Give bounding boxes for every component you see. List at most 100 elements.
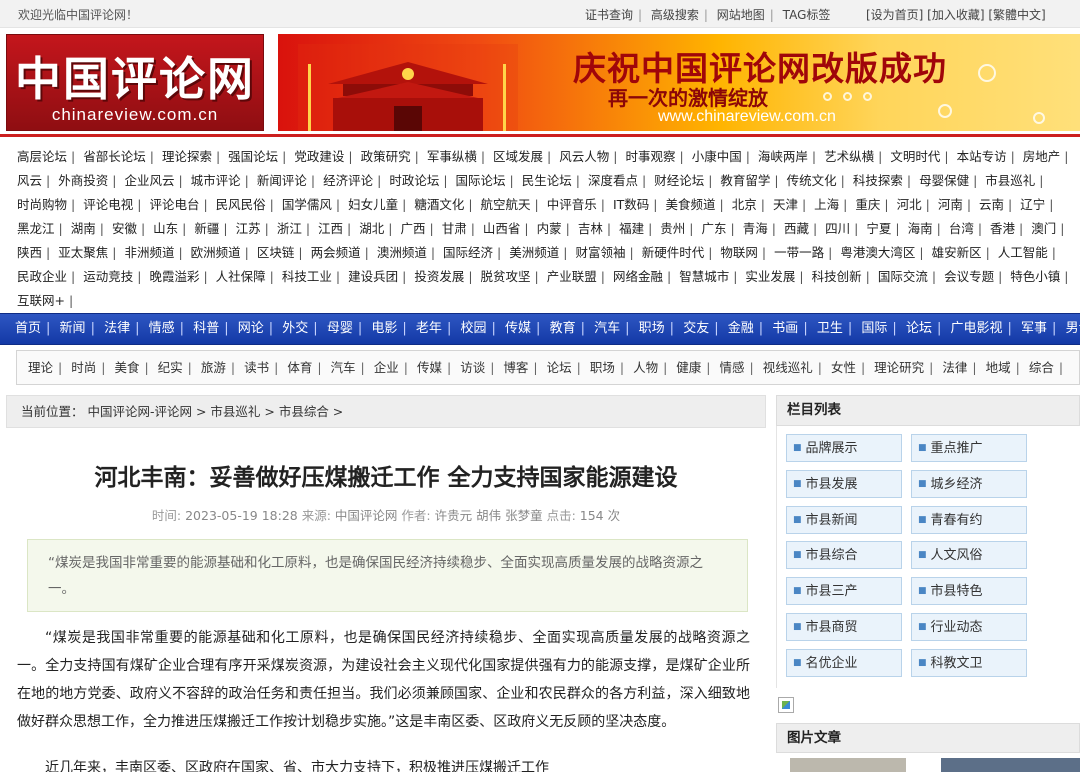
main-nav-item-link[interactable]: 职场 — [639, 321, 665, 336]
sub-nav-item-link[interactable]: 博客 — [503, 360, 528, 375]
channel-link[interactable]: 陕西 — [17, 245, 42, 260]
channel-link[interactable]: 澳洲频道 — [377, 245, 427, 260]
sub-nav-item-link[interactable]: 职场 — [590, 360, 615, 375]
channel-link[interactable]: 时尚购物 — [17, 197, 67, 212]
sub-nav-item-link[interactable]: 美食 — [114, 360, 139, 375]
channel-link[interactable]: 风云人物 — [559, 149, 609, 164]
channel-link[interactable]: 海峡两岸 — [758, 149, 808, 164]
channel-link[interactable]: 财富领袖 — [575, 245, 625, 260]
main-nav-item-link[interactable]: 首页 — [15, 321, 41, 336]
channel-link[interactable]: 产业联盟 — [547, 269, 597, 284]
sub-nav-item-link[interactable]: 读书 — [244, 360, 269, 375]
channel-link[interactable]: 时政论坛 — [389, 173, 439, 188]
channel-link[interactable]: 江苏 — [236, 221, 261, 236]
channel-link[interactable]: 风云 — [17, 173, 42, 188]
channel-link[interactable]: 福建 — [619, 221, 644, 236]
channel-link[interactable]: 国际交流 — [878, 269, 928, 284]
column-item[interactable]: ■ 人文风俗 — [911, 541, 1027, 570]
column-item[interactable]: ■ 市县新闻 — [786, 505, 902, 534]
channel-link[interactable]: 民风民俗 — [216, 197, 266, 212]
channel-link[interactable]: 浙江 — [277, 221, 302, 236]
main-nav-item-link[interactable]: 外交 — [282, 321, 308, 336]
channel-link[interactable]: 强国论坛 — [228, 149, 278, 164]
sub-nav-item-link[interactable]: 体育 — [287, 360, 312, 375]
channel-link[interactable]: 国际经济 — [443, 245, 493, 260]
channel-link[interactable]: 北京 — [732, 197, 757, 212]
channel-link[interactable]: 外商投资 — [58, 173, 108, 188]
column-item[interactable]: ■ 青春有约 — [911, 505, 1027, 534]
channel-link[interactable]: 经济评论 — [323, 173, 373, 188]
channel-link[interactable]: 人社保障 — [216, 269, 266, 284]
channel-link[interactable]: 人工智能 — [998, 245, 1048, 260]
channel-link[interactable]: 安徽 — [112, 221, 137, 236]
column-item[interactable]: ■ 品牌展示 — [786, 434, 902, 462]
sub-nav-item-link[interactable]: 人物 — [633, 360, 658, 375]
channel-link[interactable]: 台湾 — [949, 221, 974, 236]
channel-link[interactable]: 网络金融 — [613, 269, 663, 284]
channel-link[interactable]: 重庆 — [855, 197, 880, 212]
channel-link[interactable]: 母婴保健 — [919, 173, 969, 188]
channel-link[interactable]: 文明时代 — [890, 149, 940, 164]
channel-link[interactable]: 西藏 — [784, 221, 809, 236]
breadcrumb[interactable]: 当前位置： 中国评论网-评论网 > 市县巡礼 > 市县综合 > — [6, 395, 766, 428]
main-nav-item-link[interactable]: 卫生 — [817, 321, 843, 336]
channel-link[interactable]: 内蒙 — [537, 221, 562, 236]
main-nav-item-link[interactable]: 情感 — [149, 321, 175, 336]
cert-query-link[interactable]: 证书查询 — [585, 8, 633, 22]
channel-link[interactable]: 粤港澳大湾区 — [840, 245, 915, 260]
sub-nav-item-link[interactable]: 综合 — [1029, 360, 1054, 375]
channel-link[interactable]: 科技创新 — [812, 269, 862, 284]
channel-link[interactable]: 晚霞溢彩 — [149, 269, 199, 284]
channel-link[interactable]: 建设兵团 — [348, 269, 398, 284]
channel-link[interactable]: 会议专题 — [944, 269, 994, 284]
channel-link[interactable]: 河北 — [897, 197, 922, 212]
channel-link[interactable]: 天津 — [773, 197, 798, 212]
sub-nav-item-link[interactable]: 理论 — [28, 360, 53, 375]
channel-link[interactable]: 科技工业 — [282, 269, 332, 284]
channel-link[interactable]: 江西 — [318, 221, 343, 236]
channel-link[interactable]: 互联网+ — [17, 293, 65, 308]
channel-link[interactable]: 市县巡礼 — [985, 173, 1035, 188]
main-nav-item-link[interactable]: 男士 — [1066, 321, 1080, 336]
column-item[interactable]: ■ 市县商贸 — [786, 613, 902, 641]
main-nav-item-link[interactable]: 广电影视 — [950, 321, 1002, 336]
channel-link[interactable]: 两会频道 — [311, 245, 361, 260]
channel-link[interactable]: 青海 — [743, 221, 768, 236]
channel-link[interactable]: 湖南 — [71, 221, 96, 236]
column-item[interactable]: ■ 城乡经济 — [911, 469, 1027, 498]
picture-article-thumbnails[interactable] — [790, 758, 1080, 772]
channel-link[interactable]: IT数码 — [613, 197, 649, 212]
channel-link[interactable]: 糖酒文化 — [414, 197, 464, 212]
channel-link[interactable]: 四川 — [825, 221, 850, 236]
sub-nav-item-link[interactable]: 传媒 — [417, 360, 442, 375]
main-nav-item-link[interactable]: 教育 — [550, 321, 576, 336]
channel-link[interactable]: 政策研究 — [361, 149, 411, 164]
channel-link[interactable]: 宁夏 — [866, 221, 891, 236]
sub-nav-item-link[interactable]: 企业 — [374, 360, 399, 375]
main-nav-item-link[interactable]: 论坛 — [906, 321, 932, 336]
main-nav-item-link[interactable]: 汽车 — [594, 321, 620, 336]
channel-link[interactable]: 辽宁 — [1020, 197, 1045, 212]
channel-link[interactable]: 房地产 — [1023, 149, 1061, 164]
main-nav-item-link[interactable]: 母婴 — [327, 321, 353, 336]
channel-link[interactable]: 小康中国 — [692, 149, 742, 164]
channel-link[interactable]: 教育留学 — [720, 173, 770, 188]
channel-link[interactable]: 中评音乐 — [547, 197, 597, 212]
channel-link[interactable]: 艺术纵横 — [824, 149, 874, 164]
channel-link[interactable]: 时事观察 — [625, 149, 675, 164]
channel-link[interactable]: 党政建设 — [294, 149, 344, 164]
channel-link[interactable]: 特色小镇 — [1010, 269, 1060, 284]
sub-nav-item-link[interactable]: 汽车 — [331, 360, 356, 375]
channel-link[interactable]: 美食频道 — [666, 197, 716, 212]
advanced-search-link[interactable]: 高级搜索 — [651, 8, 699, 22]
channel-link[interactable]: 贵州 — [660, 221, 685, 236]
channel-link[interactable]: 云南 — [979, 197, 1004, 212]
channel-link[interactable]: 一带一路 — [774, 245, 824, 260]
main-nav-item-link[interactable]: 书画 — [772, 321, 798, 336]
sub-nav-item-link[interactable]: 理论研究 — [874, 360, 924, 375]
sub-nav-item-link[interactable]: 纪实 — [158, 360, 183, 375]
main-nav-item-link[interactable]: 校园 — [460, 321, 486, 336]
channel-link[interactable]: 香港 — [990, 221, 1015, 236]
column-item[interactable]: ■ 市县特色 — [911, 577, 1027, 606]
channel-link[interactable]: 运动竞技 — [83, 269, 133, 284]
